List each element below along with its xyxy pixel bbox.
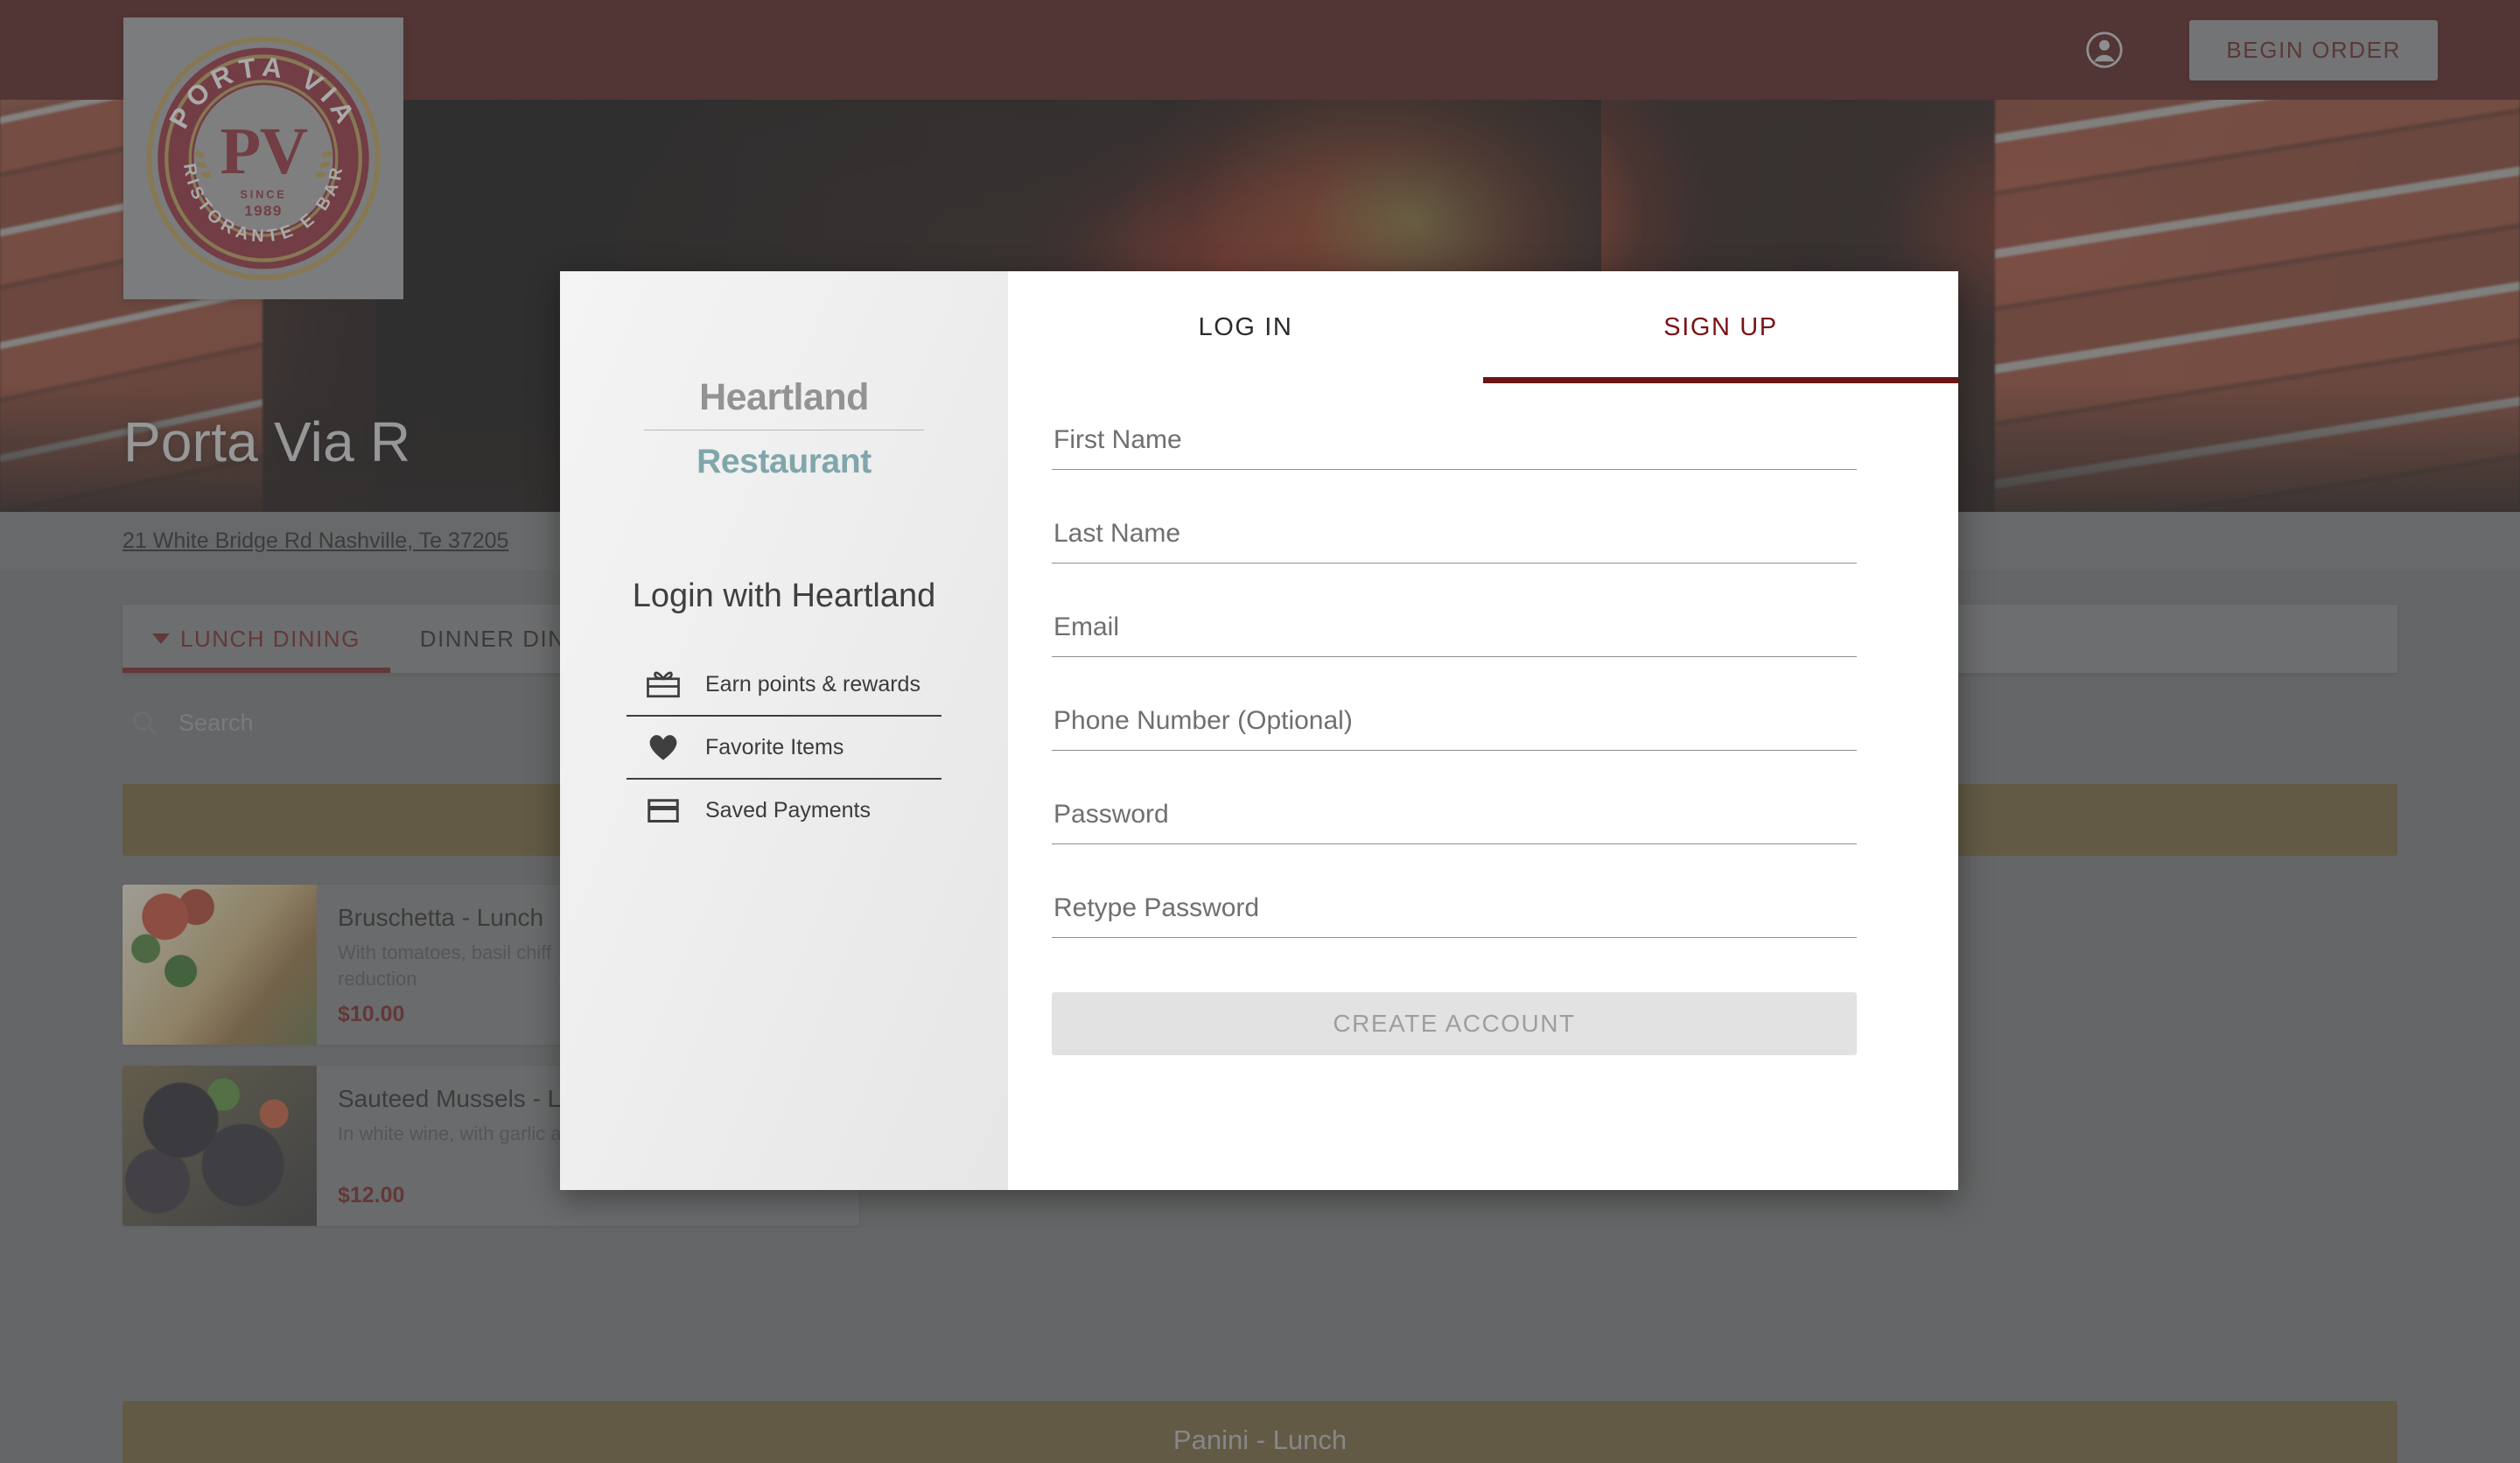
create-account-button[interactable]: CREATE ACCOUNT — [1052, 992, 1857, 1055]
perk-earn-points: Earn points & rewards — [626, 654, 942, 717]
heart-icon — [646, 732, 681, 762]
auth-tab-bar: LOG IN SIGN UP — [1008, 271, 1958, 383]
perk-label: Earn points & rewards — [705, 671, 920, 696]
heartland-product-name: Restaurant — [696, 443, 872, 480]
gift-card-icon — [646, 669, 681, 699]
phone-input[interactable] — [1052, 706, 1857, 751]
password-field — [1052, 800, 1857, 844]
login-with-heartland-heading: Login with Heartland — [632, 578, 936, 614]
heartland-wordmark: Heartland — [644, 376, 924, 430]
perk-favorite-items: Favorite Items — [626, 717, 942, 780]
perk-label: Saved Payments — [705, 797, 871, 822]
email-field — [1052, 612, 1857, 657]
perk-saved-payments: Saved Payments — [626, 780, 942, 841]
password-input[interactable] — [1052, 800, 1857, 844]
retype-password-input[interactable] — [1052, 893, 1857, 938]
heartland-perks-list: Earn points & rewards Favorite Items Sav… — [626, 654, 942, 841]
tab-log-in[interactable]: LOG IN — [1008, 271, 1483, 383]
heartland-brand-panel: Heartland Restaurant Login with Heartlan… — [560, 271, 1008, 1190]
last-name-input[interactable] — [1052, 519, 1857, 564]
tab-sign-up[interactable]: SIGN UP — [1483, 271, 1958, 383]
signup-form-panel: LOG IN SIGN UP CREATE ACCOUNT — [1008, 271, 1958, 1190]
phone-field — [1052, 706, 1857, 751]
perk-label: Favorite Items — [705, 734, 844, 760]
last-name-field — [1052, 519, 1857, 564]
first-name-input[interactable] — [1052, 425, 1857, 470]
signup-modal: Heartland Restaurant Login with Heartlan… — [560, 271, 1958, 1190]
email-input[interactable] — [1052, 612, 1857, 657]
credit-card-icon — [646, 795, 681, 825]
retype-password-field — [1052, 893, 1857, 938]
first-name-field — [1052, 425, 1857, 470]
signup-fields: CREATE ACCOUNT — [1008, 383, 1958, 1055]
